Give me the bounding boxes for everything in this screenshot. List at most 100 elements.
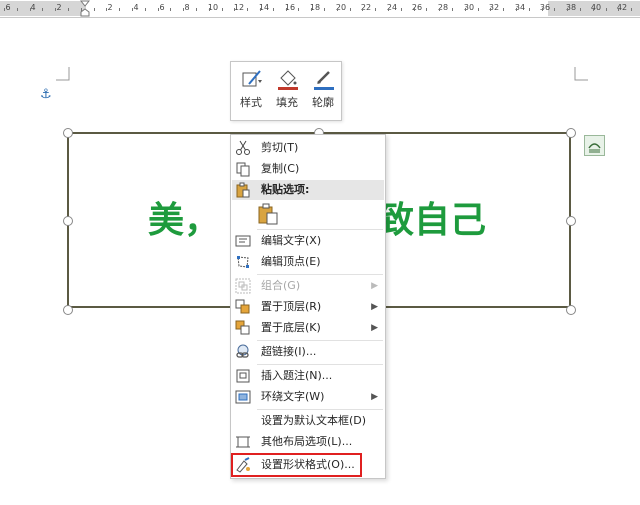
outline-button[interactable]: 轮廓: [306, 65, 340, 117]
menu-item-more-layout-options[interactable]: 其他布局选项(L)...: [232, 432, 384, 452]
menu-item-wrap-text-label: 环绕文字(W): [261, 390, 325, 403]
ruler-number: 6: [159, 3, 165, 12]
ruler-tick: [337, 8, 338, 11]
ruler-tick: [311, 8, 312, 11]
shape-style-icon: [242, 70, 262, 87]
menu-separator: [257, 274, 383, 275]
menu-item-send-to-back[interactable]: 置于底层(K) ▶: [232, 318, 384, 338]
ruler-number: 6: [5, 3, 11, 12]
hyperlink-icon: [236, 344, 249, 358]
ruler-tick: [388, 8, 389, 11]
ruler-tick: [631, 8, 632, 11]
style-label: 样式: [240, 96, 262, 109]
ruler-tick: [273, 8, 274, 11]
ruler-number: 2: [107, 3, 113, 12]
bring-to-front-icon: [235, 299, 250, 314]
ruler-tick: [375, 8, 376, 11]
context-menu: 剪切(T) 复制(C) 粘贴选项: 编辑文字(X) 编辑顶点(E) 组合(G) …: [230, 134, 386, 479]
ruler-tick: [567, 8, 568, 11]
ruler-number: 4: [133, 3, 139, 12]
menu-item-cut[interactable]: 剪切(T): [232, 138, 384, 158]
ruler-tick: [465, 8, 466, 11]
ruler-number: 8: [184, 3, 190, 12]
ruler-tick: [593, 8, 594, 11]
ruler-tick: [170, 8, 171, 11]
resize-handle-top-right[interactable]: [566, 128, 576, 138]
ruler-tick: [94, 8, 95, 11]
horizontal-ruler[interactable]: 6 4 2 2 4 6 8 10 12 14 16 18 20 22 24 26 28 30 32 34 36 38 40 4…: [0, 0, 640, 18]
insert-caption-icon: [236, 369, 250, 383]
ruler-tick: [106, 8, 107, 11]
menu-item-send-to-back-label: 置于底层(K): [261, 321, 321, 334]
ruler-tick: [554, 8, 555, 11]
menu-item-group[interactable]: 组合(G) ▶: [232, 276, 384, 296]
menu-item-set-default-textbox[interactable]: 设置为默认文本框(D): [232, 411, 384, 431]
ruler-tick: [119, 8, 120, 11]
ruler-tick: [234, 8, 235, 11]
edit-points-icon: [237, 256, 249, 268]
menu-item-cut-label: 剪切(T): [261, 141, 299, 154]
layout-options-icon: [588, 143, 601, 153]
group-icon: [235, 278, 251, 294]
resize-handle-middle-left[interactable]: [63, 216, 73, 226]
textbox-text-right: 致自己: [378, 199, 487, 241]
style-button[interactable]: 样式: [234, 65, 268, 117]
ruler-tick: [503, 8, 504, 11]
copy-icon: [236, 162, 250, 177]
submenu-arrow-icon: ▶: [371, 323, 378, 333]
fill-button[interactable]: 填充: [270, 65, 304, 117]
ruler-tick: [618, 8, 619, 11]
send-to-back-icon: [235, 320, 250, 335]
menu-item-wrap-text[interactable]: 环绕文字(W) ▶: [232, 387, 384, 407]
menu-item-edit-points[interactable]: 编辑顶点(E): [232, 252, 384, 272]
ruler-tick: [401, 8, 402, 11]
ruler-tick: [286, 8, 287, 11]
resize-handle-bottom-right[interactable]: [566, 305, 576, 315]
ruler-tick: [414, 8, 415, 11]
page-corner-mark-right: [574, 67, 588, 81]
ruler-tick: [132, 8, 133, 11]
menu-item-group-label: 组合(G): [261, 279, 301, 292]
ruler-tick: [478, 8, 479, 11]
ruler-tick: [17, 8, 18, 11]
ruler-tick: [529, 8, 530, 11]
resize-handle-middle-right[interactable]: [566, 216, 576, 226]
paste-options-label: 粘贴选项:: [261, 183, 310, 196]
ruler-number: 4: [30, 3, 36, 12]
menu-item-edit-text[interactable]: 编辑文字(X): [232, 231, 384, 251]
menu-item-edit-points-label: 编辑顶点(E): [261, 255, 321, 268]
ruler-tick: [260, 8, 261, 11]
submenu-arrow-icon: ▶: [371, 302, 378, 312]
submenu-arrow-icon: ▶: [371, 281, 378, 291]
ruler-number: 12: [233, 3, 245, 12]
resize-handle-top-left[interactable]: [63, 128, 73, 138]
resize-handle-bottom-left[interactable]: [63, 305, 73, 315]
ruler-tick: [350, 8, 351, 11]
menu-separator: [257, 364, 383, 365]
ruler-tick: [196, 8, 197, 11]
paste-keep-source-icon[interactable]: [256, 203, 280, 225]
menu-header-paste-options: 粘贴选项:: [232, 180, 384, 200]
ruler-tick: [68, 8, 69, 11]
menu-item-bring-to-front-label: 置于顶层(R): [261, 300, 322, 313]
menu-separator: [257, 409, 383, 410]
ruler-tick: [542, 8, 543, 11]
wrap-text-icon: [235, 390, 251, 404]
textbox-text-left: 美，: [148, 199, 221, 241]
menu-item-copy-label: 复制(C): [261, 162, 300, 175]
ruler-tick: [439, 8, 440, 11]
layout-options-button[interactable]: [584, 135, 605, 156]
ruler-tick: [183, 8, 184, 11]
menu-item-insert-caption[interactable]: 插入题注(N)...: [232, 366, 384, 386]
ruler-tick: [4, 8, 5, 11]
menu-item-copy[interactable]: 复制(C): [232, 159, 384, 179]
page-corner-mark-left: [56, 67, 70, 81]
ruler-tick: [580, 8, 581, 11]
ruler-tick: [145, 8, 146, 11]
menu-item-bring-to-front[interactable]: 置于顶层(R) ▶: [232, 297, 384, 317]
indent-marker-icon[interactable]: [80, 0, 90, 17]
menu-item-hyperlink[interactable]: 超链接(I)...: [232, 342, 384, 362]
ruler-tick: [324, 8, 325, 11]
outline-label: 轮廓: [312, 96, 334, 109]
menu-item-hyperlink-label: 超链接(I)...: [261, 345, 317, 358]
